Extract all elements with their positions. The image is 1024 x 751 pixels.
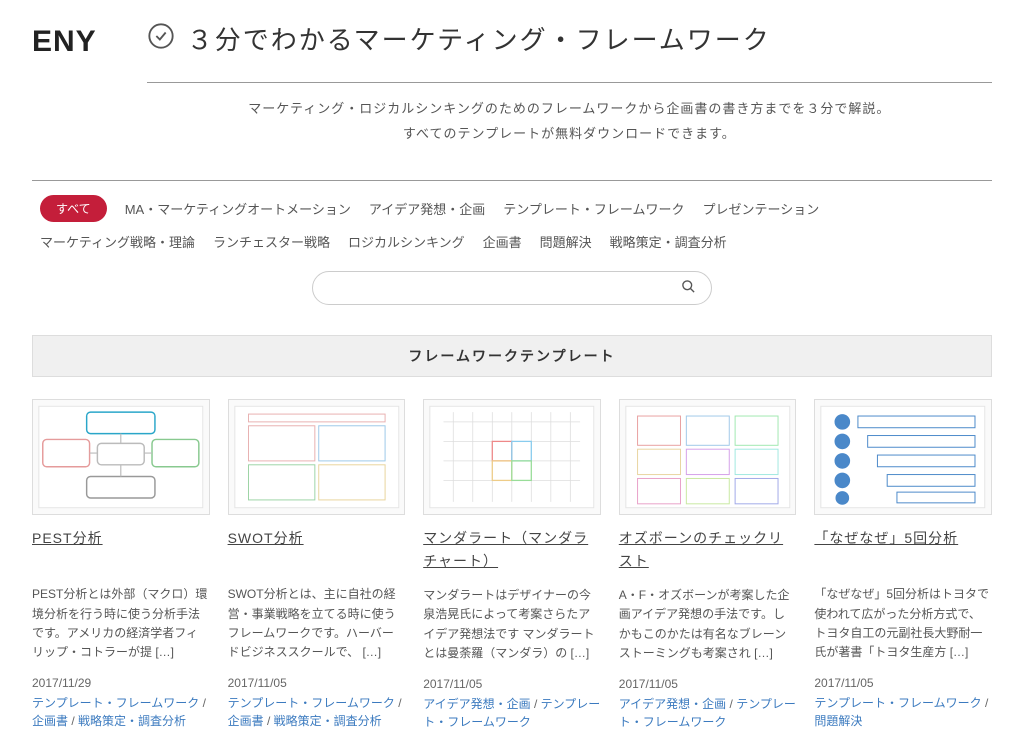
- site-logo[interactable]: ENY: [32, 20, 97, 59]
- card-thumbnail[interactable]: [32, 399, 210, 515]
- card-thumbnail[interactable]: [228, 399, 406, 515]
- card-description: 「なぜなぜ」5回分析はトヨタで使われて広がった分析方式で、トヨタ自工の元副社長大…: [814, 585, 992, 662]
- card-tags: アイデア発想・企画 / テンプレート・フレームワーク: [423, 695, 601, 731]
- card-title-link[interactable]: PEST分析: [32, 527, 210, 571]
- card-thumbnail[interactable]: [814, 399, 992, 515]
- card: マンダラート（マンダラチャート） マンダラートはデザイナーの今泉浩晃氏によって考…: [423, 399, 601, 731]
- card-date: 2017/11/29: [32, 676, 210, 690]
- category-item[interactable]: テンプレート・フレームワーク: [503, 195, 684, 222]
- card-date: 2017/11/05: [814, 676, 992, 690]
- tag-link[interactable]: 企画書: [228, 714, 264, 728]
- card-description: SWOT分析とは、主に自社の経営・事業戦略を立てる時に使うフレームワークです。ハ…: [228, 585, 406, 662]
- search-box: [312, 271, 712, 305]
- category-all[interactable]: すべて: [40, 195, 107, 222]
- card-title-link[interactable]: SWOT分析: [228, 527, 406, 571]
- tag-link[interactable]: テンプレート・フレームワーク: [814, 696, 981, 710]
- category-item[interactable]: ランチェスター戦略: [213, 228, 330, 255]
- category-item[interactable]: 問題解決: [540, 228, 592, 255]
- card: 「なぜなぜ」5回分析 「なぜなぜ」5回分析はトヨタで使われて広がった分析方式で、…: [814, 399, 992, 731]
- card-title-link[interactable]: 「なぜなぜ」5回分析: [814, 527, 992, 571]
- category-item[interactable]: 企画書: [483, 228, 522, 255]
- tag-link[interactable]: 企画書: [32, 714, 68, 728]
- section-heading: フレームワークテンプレート: [32, 335, 992, 377]
- site-title: ３分でわかるマーケティング・フレームワーク: [187, 20, 771, 57]
- category-item[interactable]: マーケティング戦略・理論: [40, 228, 195, 255]
- card: PEST分析 PEST分析とは外部（マクロ）環境分析を行う時に使う分析手法です。…: [32, 399, 210, 731]
- card-title-link[interactable]: オズボーンのチェックリスト: [619, 527, 797, 572]
- category-tabs: すべて MA・マーケティングオートメーション アイデア発想・企画 テンプレート・…: [32, 195, 992, 255]
- card-description: PEST分析とは外部（マクロ）環境分析を行う時に使う分析手法です。アメリカの経済…: [32, 585, 210, 662]
- search-icon: [681, 282, 696, 297]
- search-button[interactable]: [677, 275, 700, 301]
- header: ENY ３分でわかるマーケティング・フレームワーク マーケティング・ロジカルシン…: [32, 20, 992, 160]
- tag-link[interactable]: アイデア発想・企画: [619, 697, 726, 711]
- card-date: 2017/11/05: [228, 676, 406, 690]
- card-tags: テンプレート・フレームワーク / 企画書 / 戦略策定・調査分析: [32, 694, 210, 730]
- tag-link[interactable]: 問題解決: [814, 714, 862, 728]
- card-grid: PEST分析 PEST分析とは外部（マクロ）環境分析を行う時に使う分析手法です。…: [32, 399, 992, 731]
- card-description: A・F・オズボーンが考案した企画アイデア発想の手法です。しかもこのかたは有名なブ…: [619, 586, 797, 663]
- category-item[interactable]: ロジカルシンキング: [348, 228, 465, 255]
- card-tags: テンプレート・フレームワーク / 問題解決: [814, 694, 992, 730]
- card-tags: テンプレート・フレームワーク / 企画書 / 戦略策定・調査分析: [228, 694, 406, 730]
- card-title-link[interactable]: マンダラート（マンダラチャート）: [423, 527, 601, 572]
- card-tags: アイデア発想・企画 / テンプレート・フレームワーク: [619, 695, 797, 731]
- search-input[interactable]: [312, 271, 712, 305]
- card-thumbnail[interactable]: [423, 399, 601, 515]
- card-date: 2017/11/05: [619, 677, 797, 691]
- card: オズボーンのチェックリスト A・F・オズボーンが考案した企画アイデア発想の手法で…: [619, 399, 797, 731]
- clock-icon: [147, 22, 175, 55]
- tag-link[interactable]: テンプレート・フレームワーク: [228, 696, 395, 710]
- tag-link[interactable]: 戦略策定・調査分析: [274, 714, 382, 728]
- card-thumbnail[interactable]: [619, 399, 797, 515]
- card-date: 2017/11/05: [423, 677, 601, 691]
- subtitle: マーケティング・ロジカルシンキングのためのフレームワークから企画書の書き方までを…: [147, 83, 992, 160]
- category-item[interactable]: 戦略策定・調査分析: [610, 228, 727, 255]
- card-description: マンダラートはデザイナーの今泉浩晃氏によって考案さらたアイデア発想法です マンダ…: [423, 586, 601, 663]
- category-item[interactable]: MA・マーケティングオートメーション: [125, 195, 351, 222]
- tag-link[interactable]: 戦略策定・調査分析: [78, 714, 186, 728]
- subtitle-line: すべてのテンプレートが無料ダウンロードできます。: [147, 122, 992, 147]
- tag-link[interactable]: アイデア発想・企画: [423, 697, 530, 711]
- card: SWOT分析 SWOT分析とは、主に自社の経営・事業戦略を立てる時に使うフレーム…: [228, 399, 406, 731]
- category-item[interactable]: プレゼンテーション: [702, 195, 819, 222]
- category-item[interactable]: アイデア発想・企画: [369, 195, 485, 222]
- tag-link[interactable]: テンプレート・フレームワーク: [32, 696, 199, 710]
- subtitle-line: マーケティング・ロジカルシンキングのためのフレームワークから企画書の書き方までを…: [147, 97, 992, 122]
